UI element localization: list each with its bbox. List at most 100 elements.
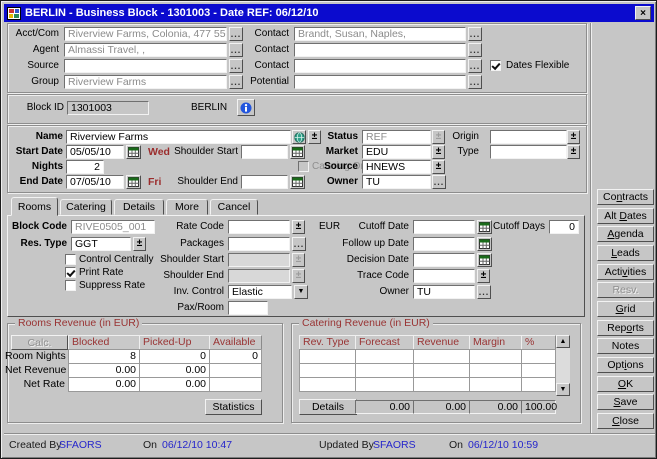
- potential-lov-button[interactable]: ...: [468, 75, 482, 89]
- resv-button: Resv.: [597, 282, 654, 298]
- property-info-button[interactable]: [237, 99, 255, 116]
- packages-field[interactable]: [228, 237, 290, 251]
- close-button[interactable]: ×: [635, 6, 651, 20]
- res-type-field[interactable]: GGT: [71, 237, 131, 251]
- grid-button[interactable]: Grid: [597, 301, 654, 317]
- alt-dates-button[interactable]: Alt Dates: [597, 208, 654, 224]
- agenda-button[interactable]: Agenda: [597, 226, 654, 242]
- tab-catering[interactable]: Catering: [60, 199, 112, 215]
- calc-button: Calc.: [11, 335, 68, 350]
- catering-cell: [299, 363, 356, 378]
- options-button[interactable]: Options: [597, 357, 654, 373]
- shoulder-end2-field: [228, 269, 290, 283]
- dropdown-icon: ±: [137, 240, 143, 248]
- follow-up-date-calendar-button[interactable]: [477, 237, 492, 251]
- trace-code-dropdown-button[interactable]: ±: [477, 269, 490, 283]
- owner-lov-button[interactable]: ...: [432, 175, 446, 189]
- source2-field[interactable]: HNEWS: [362, 160, 431, 174]
- catering-cell: [413, 377, 470, 392]
- close-window-button[interactable]: Close: [597, 413, 654, 429]
- suppress-rate-checkbox[interactable]: [65, 280, 76, 291]
- control-centrally-checkbox[interactable]: [65, 254, 76, 265]
- type-field[interactable]: [490, 145, 567, 159]
- details-button[interactable]: Details: [299, 399, 357, 415]
- contact2-label: Contact: [241, 43, 289, 57]
- net-revenue-available-cell: [209, 363, 262, 378]
- save-button[interactable]: Save: [597, 394, 654, 410]
- catering-cell: [413, 363, 470, 378]
- end-date-field[interactable]: 07/05/10: [66, 175, 124, 189]
- statistics-button[interactable]: Statistics: [205, 399, 262, 415]
- contracts-button[interactable]: Contracts: [597, 189, 654, 205]
- scroll-up-button[interactable]: ▲: [556, 335, 570, 348]
- packages-lov-button[interactable]: ...: [292, 237, 306, 251]
- cutoff-days-field[interactable]: 0: [549, 220, 579, 234]
- contact1-lov-button[interactable]: ...: [468, 27, 482, 41]
- decision-date-calendar-button[interactable]: [477, 253, 492, 267]
- pax-room-field[interactable]: [228, 301, 268, 315]
- name-translate-button[interactable]: [292, 130, 306, 144]
- shoulder-end-field[interactable]: [241, 175, 288, 189]
- end-date-calendar-button[interactable]: [126, 175, 141, 189]
- notes-button[interactable]: Notes: [597, 338, 654, 354]
- cutoff-days-label: Cutoff Days: [479, 220, 545, 234]
- contact2-field[interactable]: [294, 43, 466, 57]
- margin-total: 0.00: [469, 400, 522, 414]
- source-dropdown-button[interactable]: ±: [432, 160, 445, 174]
- print-rate-label: Print Rate: [79, 267, 123, 279]
- leads-button[interactable]: Leads: [597, 245, 654, 261]
- shoulder-start-field[interactable]: [241, 145, 288, 159]
- origin-dropdown-button[interactable]: ±: [567, 130, 580, 144]
- name-field[interactable]: Riverview Farms: [66, 130, 291, 144]
- tab-more[interactable]: More: [166, 199, 208, 215]
- tab-cancel[interactable]: Cancel: [210, 199, 258, 215]
- reports-button[interactable]: Reports: [597, 320, 654, 336]
- type-dropdown-button[interactable]: ±: [567, 145, 580, 159]
- contact2-lov-button[interactable]: ...: [468, 43, 482, 57]
- owner-field[interactable]: TU: [362, 175, 431, 189]
- nights-label: Nights: [9, 160, 63, 174]
- calendar-icon: [292, 147, 303, 157]
- scroll-down-button[interactable]: ▼: [556, 383, 570, 396]
- shoulder-end-calendar-button[interactable]: [290, 175, 305, 189]
- contact1-label: Contact: [241, 27, 289, 41]
- tab-rooms[interactable]: Rooms: [11, 197, 58, 216]
- source-label: Source: [5, 59, 59, 73]
- decision-date-field[interactable]: [413, 253, 475, 267]
- inv-control-combo-button[interactable]: ▼: [294, 285, 308, 299]
- start-date-field[interactable]: 05/05/10: [66, 145, 124, 159]
- trace-code-field[interactable]: [413, 269, 475, 283]
- arrow-down-icon: ▼: [560, 386, 567, 393]
- res-type-dropdown-button[interactable]: ±: [133, 237, 146, 251]
- origin-field[interactable]: [490, 130, 567, 144]
- follow-up-date-field[interactable]: [413, 237, 475, 251]
- dropdown-icon: ±: [481, 272, 487, 280]
- decision-date-label: Decision Date: [336, 253, 409, 267]
- contact3-lov-button[interactable]: ...: [468, 59, 482, 73]
- rate-code-field[interactable]: [228, 220, 290, 234]
- ellipsis-icon: ...: [434, 178, 445, 186]
- cutoff-date-field[interactable]: [413, 220, 475, 234]
- dates-flexible-checkbox[interactable]: [490, 60, 501, 71]
- source-field[interactable]: [64, 59, 227, 73]
- column-header-available: Available: [209, 335, 262, 350]
- contact3-field[interactable]: [294, 59, 466, 73]
- scrollbar-track[interactable]: [556, 348, 570, 383]
- nights-field[interactable]: 2: [66, 160, 104, 174]
- app-icon[interactable]: [7, 7, 21, 20]
- activities-button[interactable]: Activities: [597, 264, 654, 280]
- print-rate-checkbox[interactable]: [65, 267, 76, 278]
- shoulder-start-calendar-button[interactable]: [290, 145, 305, 159]
- title-bar[interactable]: BERLIN - Business Block - 1301003 - Date…: [4, 4, 654, 22]
- tab-details[interactable]: Details: [114, 199, 164, 215]
- potential-field[interactable]: [294, 75, 466, 89]
- dropdown-icon: ±: [296, 256, 302, 264]
- ellipsis-icon: ...: [470, 46, 481, 54]
- dropdown-icon: ±: [312, 133, 318, 141]
- ok-button[interactable]: OK: [597, 376, 654, 392]
- market-field[interactable]: EDU: [362, 145, 431, 159]
- start-date-calendar-button[interactable]: [126, 145, 141, 159]
- inv-control-field[interactable]: Elastic: [228, 285, 292, 299]
- owner2-field[interactable]: TU: [413, 285, 475, 299]
- rate-code-dropdown-button[interactable]: ±: [292, 220, 305, 234]
